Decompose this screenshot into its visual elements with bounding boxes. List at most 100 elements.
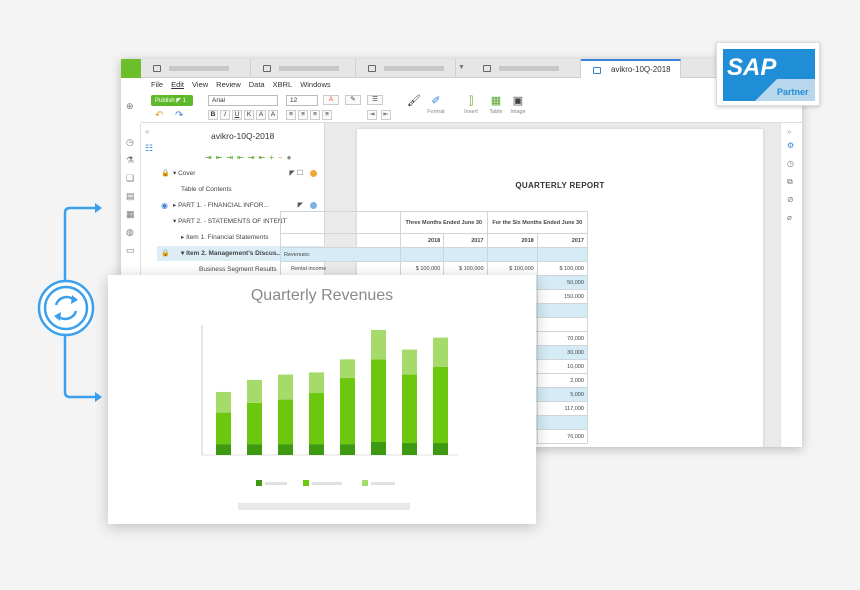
highlight-button[interactable]: ✎ bbox=[345, 95, 361, 105]
table-cell[interactable]: $ 100,000 bbox=[486, 261, 538, 276]
table-cell[interactable]: $ 100,000 bbox=[536, 261, 589, 276]
insert-button[interactable]: ⟧ Insert bbox=[459, 94, 483, 115]
redo-icon[interactable]: ↷ bbox=[175, 110, 183, 121]
tab-active-document[interactable]: avikro-10Q-2018 bbox=[581, 59, 681, 78]
table-cell[interactable] bbox=[536, 415, 589, 430]
font-size-select[interactable]: 12 bbox=[286, 95, 318, 106]
undo-icon[interactable]: ↶ bbox=[155, 110, 163, 121]
table-cell[interactable]: 30,000 bbox=[536, 345, 589, 360]
font-color-button[interactable]: A bbox=[323, 95, 339, 105]
legend-swatch bbox=[362, 480, 368, 486]
menu-view[interactable]: View bbox=[192, 80, 208, 89]
toolbar: Publish ◤ 1 ↶ ↷ Arial 12 A ✎ ☰ B I U K A… bbox=[141, 93, 802, 123]
strikethrough-button[interactable]: K bbox=[244, 110, 254, 120]
folder-icon[interactable]: ▭ bbox=[126, 245, 135, 256]
table-cell[interactable]: 10,000 bbox=[536, 359, 589, 374]
table-cell[interactable] bbox=[486, 247, 538, 262]
filter-icon[interactable]: ☷ bbox=[145, 143, 153, 154]
menu-file[interactable]: File bbox=[151, 80, 163, 89]
align-right-button[interactable]: ≡ bbox=[310, 110, 320, 120]
history-icon[interactable]: ◷ bbox=[787, 159, 794, 168]
year-header: 2017 bbox=[536, 233, 589, 248]
outline-item-cover[interactable]: 🔒 ▾ Cover ◤ ☐ bbox=[157, 166, 323, 181]
font-family-select[interactable]: Arial bbox=[208, 95, 278, 106]
book-icon[interactable]: ▤ bbox=[126, 191, 135, 202]
table-cell[interactable] bbox=[399, 247, 445, 262]
database-icon[interactable]: ◍ bbox=[126, 227, 134, 238]
indent-button[interactable]: ⇥ bbox=[367, 110, 377, 120]
insert-label: Insert bbox=[464, 109, 478, 115]
table-cell[interactable] bbox=[443, 247, 488, 262]
table-cell[interactable] bbox=[536, 317, 589, 332]
status-dot bbox=[310, 170, 317, 177]
outline-tool-icon[interactable]: ⇥⇤⇥⇤⇥⇤+ bbox=[205, 153, 278, 162]
check-icon[interactable]: ⊘ bbox=[787, 195, 794, 204]
add-icon[interactable]: ⊕ bbox=[126, 101, 134, 112]
outline-item-label: ▸ Item 1. Financial Statements bbox=[181, 234, 269, 241]
align-left-button[interactable]: ≡ bbox=[286, 110, 296, 120]
comments-icon[interactable]: ❏ bbox=[126, 173, 134, 184]
subscript-button[interactable]: A bbox=[268, 110, 278, 120]
tab-document-4[interactable] bbox=[471, 59, 581, 78]
table-cell[interactable]: 76,000 bbox=[536, 429, 589, 444]
format-painter-button[interactable]: 🖌 bbox=[406, 94, 422, 109]
gear-icon[interactable]: ⚙ bbox=[787, 141, 794, 150]
table-cell[interactable] bbox=[536, 247, 589, 262]
attachment-icon[interactable]: ⌀ bbox=[787, 213, 792, 222]
format-label: Format bbox=[427, 109, 445, 115]
table-cell[interactable]: 117,000 bbox=[536, 401, 589, 416]
justify-button[interactable]: ≡ bbox=[322, 110, 332, 120]
tab-document-2[interactable] bbox=[251, 59, 356, 78]
superscript-button[interactable]: A bbox=[256, 110, 266, 120]
tab-placeholder bbox=[279, 66, 339, 71]
app-logo-tab[interactable] bbox=[121, 59, 141, 78]
italic-button[interactable]: I bbox=[220, 110, 230, 120]
underline-button[interactable]: U bbox=[232, 110, 242, 120]
collapse-right-icon[interactable]: » bbox=[787, 127, 791, 136]
table-cell[interactable]: 5,000 bbox=[536, 387, 589, 402]
menu-data[interactable]: Data bbox=[249, 80, 265, 89]
bar-segment bbox=[340, 359, 355, 378]
remove-icon[interactable]: − bbox=[278, 153, 287, 162]
outline-item-text: PART 2. - STATEMENTS OF INTENT bbox=[178, 218, 287, 225]
outline-item-label: ▸ PART 1. - FINANCIAL INFOR... bbox=[173, 202, 269, 209]
format-button[interactable]: ✐ Format bbox=[423, 94, 449, 115]
menu-edit[interactable]: Edit bbox=[171, 80, 184, 89]
menu-xbrl[interactable]: XBRL bbox=[273, 80, 293, 89]
outline-item-text: Item 1. Financial Statements bbox=[186, 234, 269, 241]
copy-icon[interactable]: ⧉ bbox=[787, 177, 793, 187]
table-cell[interactable]: 150,000 bbox=[536, 289, 589, 304]
lock-icon: 🔒 bbox=[161, 170, 170, 177]
bar-segment bbox=[402, 443, 417, 455]
outdent-button[interactable]: ⇤ bbox=[381, 110, 391, 120]
publish-button[interactable]: Publish ◤ 1 bbox=[151, 95, 193, 106]
bar-segment bbox=[278, 444, 293, 455]
year-header: 2018 bbox=[399, 233, 445, 248]
tab-document-3[interactable] bbox=[356, 59, 456, 78]
tab-document-1[interactable] bbox=[141, 59, 251, 78]
chevron-down-icon[interactable]: ▼ bbox=[458, 64, 465, 71]
bar-segment bbox=[433, 366, 448, 444]
grid-icon[interactable]: ▦ bbox=[126, 209, 135, 220]
flask-icon[interactable]: ⚗ bbox=[126, 155, 134, 166]
table-cell[interactable]: $ 100,000 bbox=[399, 261, 445, 276]
image-button[interactable]: ▣ Image bbox=[508, 94, 528, 115]
table-cell[interactable]: 50,000 bbox=[536, 275, 589, 290]
outline-item-toc[interactable]: Table of Contents bbox=[157, 182, 323, 197]
align-center-button[interactable]: ≡ bbox=[298, 110, 308, 120]
history-icon[interactable]: ◷ bbox=[126, 137, 134, 148]
collapse-panel-icon[interactable]: « bbox=[145, 127, 149, 136]
table-cell[interactable]: 70,000 bbox=[536, 331, 589, 346]
circle-icon[interactable]: ● bbox=[287, 153, 296, 162]
flag-icon: ◤ ☐ bbox=[289, 170, 303, 177]
table-cell[interactable] bbox=[536, 303, 589, 318]
table-cell[interactable]: $ 100,000 bbox=[443, 261, 488, 276]
menu-windows[interactable]: Windows bbox=[300, 80, 330, 89]
table-cell[interactable]: 2,000 bbox=[536, 373, 589, 388]
list-button[interactable]: ☰ bbox=[367, 95, 383, 105]
menu-review[interactable]: Review bbox=[216, 80, 241, 89]
table-button[interactable]: ▦ Table bbox=[486, 94, 506, 115]
bold-button[interactable]: B bbox=[208, 110, 218, 120]
row-label[interactable]: Rental income bbox=[280, 261, 401, 276]
row-label[interactable]: Revenues: bbox=[280, 247, 401, 262]
